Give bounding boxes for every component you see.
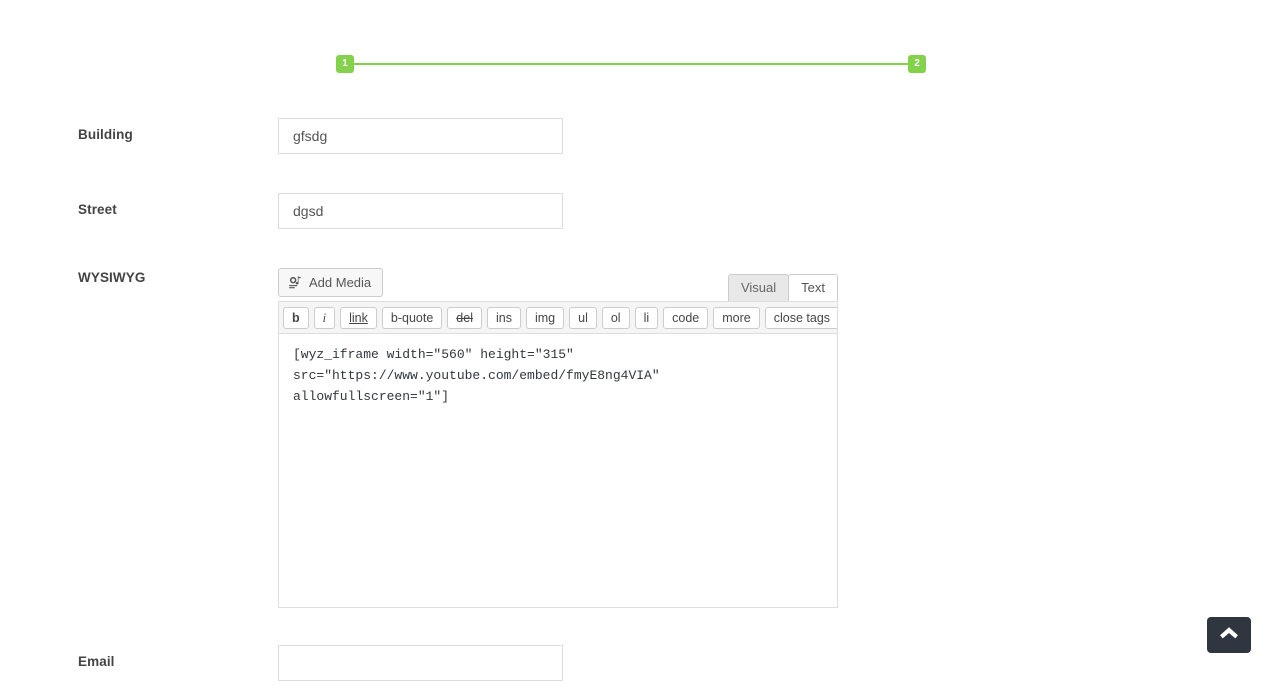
tab-text[interactable]: Text	[788, 274, 838, 301]
quicktag-li-button[interactable]: li	[634, 307, 659, 329]
wysiwyg-label: WYSIWYG	[78, 270, 146, 285]
quicktag-link-button[interactable]: link	[340, 307, 377, 329]
quicktag-ol-button[interactable]: ol	[601, 307, 630, 329]
scroll-to-top-button[interactable]	[1207, 617, 1251, 653]
step-progress-bar: 1 2	[336, 55, 926, 73]
email-input[interactable]	[278, 645, 563, 681]
step-indicator-2[interactable]: 2	[908, 55, 926, 73]
wysiwyg-textarea[interactable]: [wyz_iframe width="560" height="315" src…	[278, 333, 838, 608]
step-indicator-1[interactable]: 1	[336, 55, 354, 73]
add-media-button[interactable]: Add Media	[278, 268, 384, 297]
progress-line	[346, 63, 916, 65]
street-input[interactable]	[278, 193, 563, 229]
chevron-up-icon	[1218, 626, 1240, 645]
building-input[interactable]	[278, 118, 563, 154]
quicktag-ins-button[interactable]: ins	[486, 307, 521, 329]
street-label: Street	[78, 202, 117, 217]
quicktag-bquote-button[interactable]: b-quote	[381, 307, 443, 329]
quicktag-bold-button[interactable]: b	[283, 307, 309, 329]
quicktag-ul-button[interactable]: ul	[569, 307, 597, 329]
quicktags-toolbar: b i link b-quote del ins img ul ol li code more clos…	[278, 301, 838, 333]
wysiwyg-editor: Add Media Visual Text b i link b-quote del ins…	[278, 268, 838, 608]
media-camera-music-icon	[288, 275, 303, 290]
quicktag-more-button[interactable]: more	[713, 307, 760, 329]
email-label: Email	[78, 654, 115, 669]
building-label: Building	[78, 127, 133, 142]
quicktag-italic-button[interactable]: i	[313, 307, 336, 329]
editor-top-bar: Add Media Visual Text	[278, 268, 838, 301]
quicktag-img-button[interactable]: img	[525, 307, 565, 329]
editor-mode-tabs: Visual Text	[727, 274, 838, 301]
page-root: 1 2 Building Street WYSIWYG	[0, 0, 1271, 693]
quicktag-del-button[interactable]: del	[447, 307, 482, 329]
quicktag-code-button[interactable]: code	[663, 307, 709, 329]
quicktag-close-tags-button[interactable]: close tags	[764, 307, 837, 329]
add-media-label: Add Media	[309, 275, 372, 290]
tab-visual[interactable]: Visual	[727, 274, 790, 301]
